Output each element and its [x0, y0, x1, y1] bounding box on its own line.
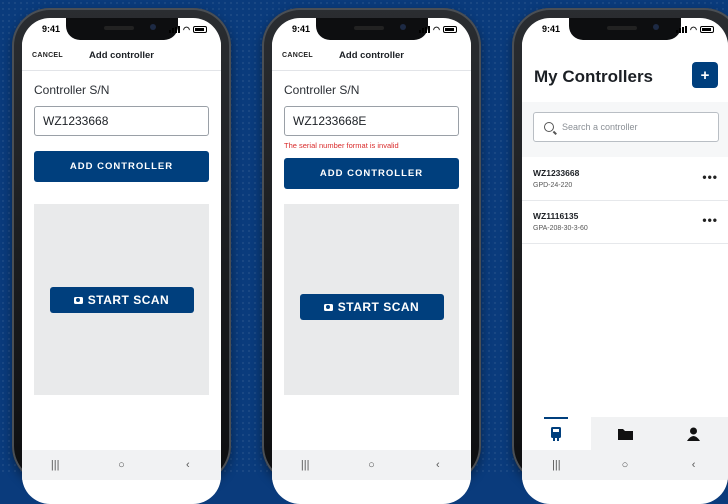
search-section: Search a controller — [522, 102, 728, 157]
search-input[interactable]: Search a controller — [533, 112, 719, 142]
tab-files[interactable] — [590, 417, 660, 451]
folder-icon — [617, 429, 633, 440]
back-button[interactable]: ‹ — [168, 459, 208, 471]
signal-icon — [169, 25, 181, 33]
tab-controllers[interactable] — [522, 417, 591, 451]
wifi-icon: ◠ — [183, 24, 190, 34]
screen: 9:41 ◠ CANCEL Add controller Controller … — [272, 18, 471, 504]
start-scan-button[interactable]: START SCAN — [299, 294, 444, 320]
start-scan-label: START SCAN — [337, 300, 420, 314]
phone-add-controller-error: 9:41 ◠ CANCEL Add controller Controller … — [262, 8, 481, 504]
screen: 9:41 ◠ My Controllers + Search a control… — [522, 18, 728, 504]
camera-icon — [73, 296, 83, 304]
battery-icon — [443, 25, 457, 33]
status-bar: 9:41 ◠ — [22, 18, 221, 40]
back-button[interactable]: ‹ — [674, 459, 714, 471]
status-bar: 9:41 ◠ — [272, 18, 471, 40]
recents-button[interactable]: ||| — [536, 459, 576, 471]
status-time: 9:41 — [292, 24, 311, 34]
home-button[interactable]: ○ — [605, 459, 645, 471]
system-nav-bar: ||| ○ ‹ — [272, 450, 471, 480]
home-button[interactable]: ○ — [101, 459, 141, 471]
tab-profile[interactable] — [659, 417, 728, 451]
wifi-icon: ◠ — [690, 24, 697, 34]
phone-my-controllers: 9:41 ◠ My Controllers + Search a control… — [512, 8, 728, 504]
nav-bar: CANCEL Add controller — [272, 40, 471, 71]
status-time: 9:41 — [542, 24, 561, 34]
controller-model: GPD-24-220 — [533, 182, 573, 189]
controller-serial: WZ1233668 — [533, 168, 580, 178]
start-scan-label: START SCAN — [87, 293, 170, 307]
signal-icon — [419, 25, 431, 33]
controller-list-item[interactable]: WZ1233668 GPD-24-220 ••• — [522, 158, 728, 201]
tab-bar — [522, 417, 728, 451]
wifi-icon: ◠ — [433, 24, 440, 34]
more-icon[interactable]: ••• — [702, 170, 718, 184]
add-controller-button[interactable]: ADD CONTROLLER — [284, 158, 459, 189]
controller-icon — [551, 427, 562, 441]
controller-list-item[interactable]: WZ1116135 GPA-208-30-3-60 ••• — [522, 201, 728, 244]
page-header: My Controllers + — [522, 40, 728, 102]
status-time: 9:41 — [42, 24, 61, 34]
recents-button[interactable]: ||| — [285, 459, 325, 471]
add-controller-button[interactable]: ADD CONTROLLER — [34, 151, 209, 182]
scan-area: START SCAN — [284, 204, 459, 395]
system-nav-bar: ||| ○ ‹ — [22, 450, 221, 480]
signal-icon — [676, 25, 688, 33]
user-icon — [687, 427, 701, 441]
add-controller-icon-button[interactable]: + — [692, 62, 718, 88]
battery-icon — [193, 25, 207, 33]
back-button[interactable]: ‹ — [418, 459, 458, 471]
camera-icon — [323, 303, 333, 311]
start-scan-button[interactable]: START SCAN — [49, 287, 194, 313]
controller-model: GPA-208-30-3-60 — [533, 225, 588, 232]
serial-label: Controller S/N — [34, 83, 110, 97]
status-bar: 9:41 ◠ — [522, 18, 728, 40]
serial-error-message: The serial number format is invalid — [284, 141, 399, 150]
cancel-button[interactable]: CANCEL — [282, 52, 313, 59]
page-title: My Controllers — [534, 67, 654, 86]
home-button[interactable]: ○ — [351, 459, 391, 471]
search-placeholder: Search a controller — [562, 122, 638, 132]
serial-input[interactable]: WZ1233668E — [284, 106, 459, 136]
serial-label: Controller S/N — [284, 83, 360, 97]
cancel-button[interactable]: CANCEL — [32, 52, 63, 59]
nav-bar: CANCEL Add controller — [22, 40, 221, 71]
phone-add-controller: 9:41 ◠ CANCEL Add controller Controller … — [12, 8, 231, 504]
more-icon[interactable]: ••• — [702, 213, 718, 227]
search-icon — [544, 122, 554, 132]
screen: 9:41 ◠ CANCEL Add controller Controller … — [22, 18, 221, 504]
recents-button[interactable]: ||| — [35, 459, 75, 471]
controller-serial: WZ1116135 — [533, 211, 579, 221]
serial-input[interactable]: WZ1233668 — [34, 106, 209, 136]
system-nav-bar: ||| ○ ‹ — [522, 450, 728, 480]
battery-icon — [700, 25, 714, 33]
scan-area: START SCAN — [34, 204, 209, 395]
